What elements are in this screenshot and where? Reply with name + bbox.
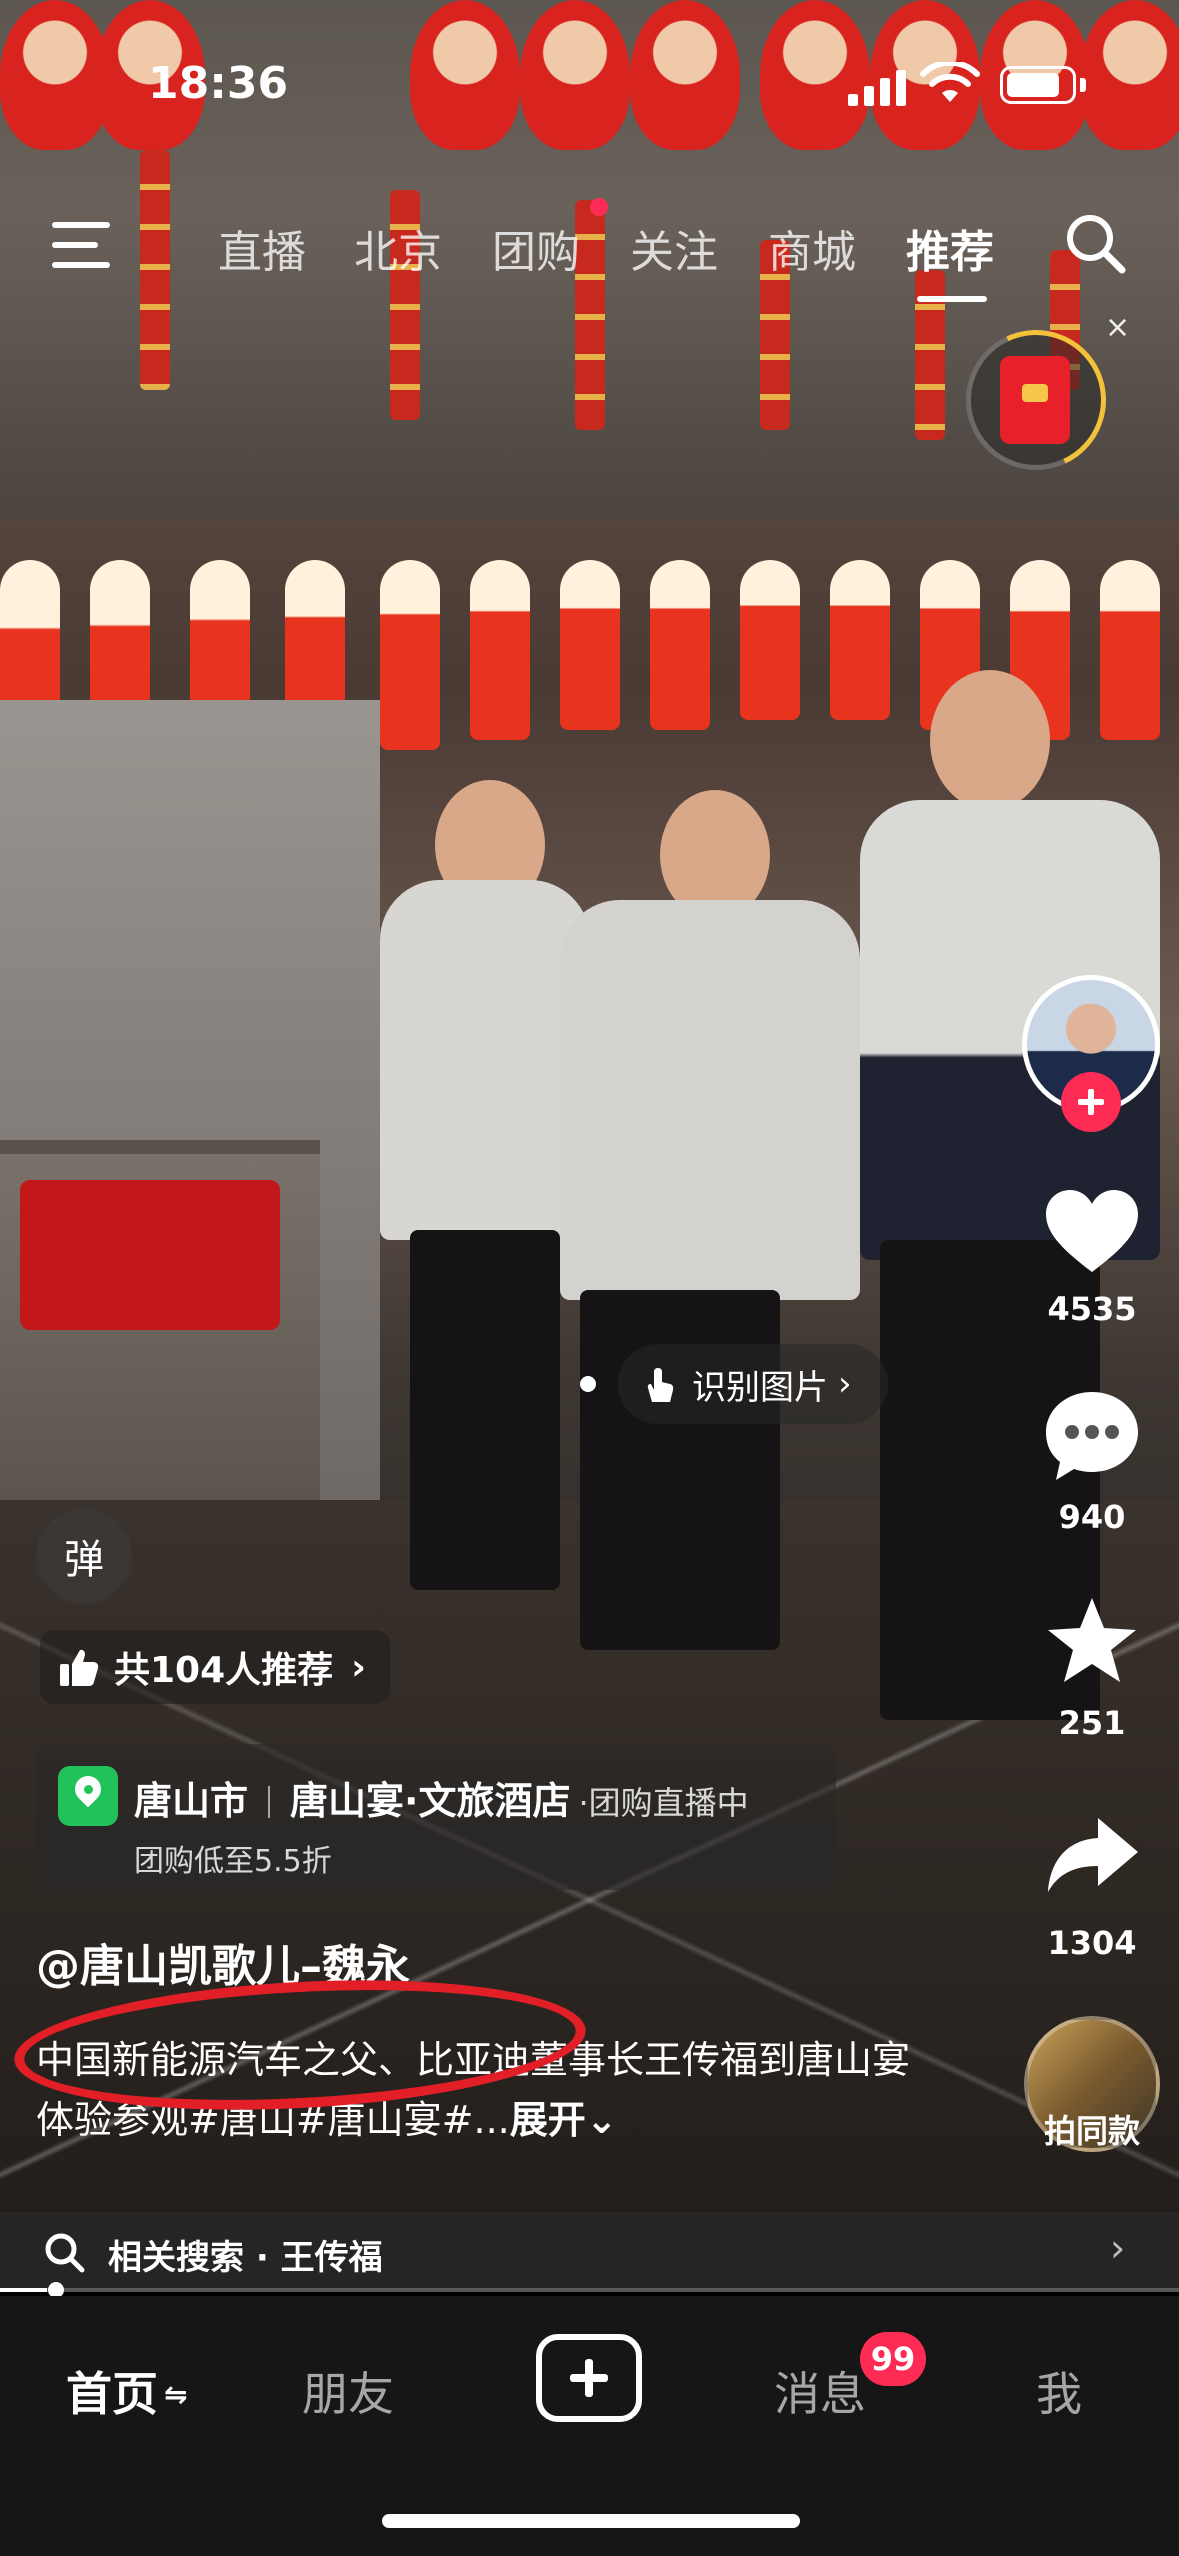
poi-title-row: 唐山市 唐山宴·文旅酒店 ·团购直播中 [134, 1770, 749, 1825]
recommend-count-chip[interactable]: 共104人推荐 › [40, 1630, 390, 1704]
poi-city: 唐山市 [134, 1779, 249, 1823]
chevron-right-icon: › [838, 1364, 852, 1404]
recommend-label: 共104人推荐 [114, 1650, 334, 1691]
video-progress-bar[interactable] [0, 2288, 1179, 2292]
same-style-label[interactable]: 拍同款 [1000, 2106, 1179, 2152]
favorite-count: 251 [1058, 1704, 1126, 1742]
messages-badge: 99 [860, 2332, 926, 2386]
heart-icon[interactable] [1040, 1182, 1144, 1282]
red-packet-close-icon[interactable]: × [1105, 310, 1130, 345]
search-icon[interactable] [1060, 208, 1130, 278]
status-bar: 18:36 [0, 0, 1179, 120]
tab-beijing[interactable]: 北京 [354, 216, 442, 280]
top-nav: 直播 北京 团购 关注 商城 推荐 [0, 200, 1179, 302]
like-count: 4535 [1047, 1290, 1137, 1328]
tab-recommended[interactable]: 推荐 [906, 216, 994, 280]
poi-venue: 唐山宴·文旅酒店 [290, 1779, 571, 1823]
search-icon [45, 2233, 85, 2273]
poi-deal: 团购低至5.5折 [134, 1844, 332, 1879]
tab-live[interactable]: 直播 [218, 216, 306, 280]
recognize-image-label: 识别图片 [692, 1367, 828, 1408]
poi-divider [268, 1786, 271, 1818]
comment-count: 940 [1058, 1498, 1126, 1536]
recognize-image-button[interactable]: 识别图片 › [618, 1344, 888, 1424]
hand-tap-icon [647, 1368, 674, 1402]
red-envelope-icon [1000, 356, 1070, 444]
red-cloth [20, 1180, 280, 1330]
share-count: 1304 [1047, 1924, 1137, 1962]
chevron-right-icon: › [351, 1646, 366, 1688]
chevron-right-icon: › [1110, 2226, 1126, 2270]
tab-following[interactable]: 关注 [630, 216, 718, 280]
pill-dot [580, 1376, 596, 1392]
related-search-prefix: 相关搜索 · [108, 2238, 281, 2278]
tab-messages[interactable]: 消息 [774, 2358, 866, 2424]
tab-home[interactable]: 首页 ⇋ [66, 2358, 187, 2424]
tab-me[interactable]: 我 [1036, 2358, 1082, 2424]
create-post-button[interactable] [536, 2334, 642, 2422]
thumbs-up-icon [60, 1649, 99, 1686]
related-search-text: 相关搜索 · 王传福 [108, 2230, 383, 2279]
tab-mall[interactable]: 商城 [768, 216, 856, 280]
menu-icon[interactable] [52, 222, 112, 268]
bottom-tab-bar: 首页 ⇋ 朋友 消息 99 我 [0, 2296, 1179, 2556]
danmaku-toggle-button[interactable]: 弹 [36, 1508, 132, 1604]
poi-card[interactable]: 唐山市 唐山宴·文旅酒店 ·团购直播中 团购低至5.5折 [36, 1744, 836, 1890]
related-search-query: 王传福 [280, 2238, 383, 2278]
share-icon[interactable] [1040, 1806, 1144, 1906]
tab-home-label: 首页 [66, 2367, 158, 2421]
star-icon[interactable] [1040, 1592, 1144, 1692]
tab-group-buy[interactable]: 团购 [492, 216, 580, 280]
home-indicator [382, 2514, 800, 2528]
related-search-bar[interactable]: 相关搜索 · 王传福 › [0, 2212, 1179, 2292]
status-time: 18:36 [148, 58, 289, 109]
wifi-icon [920, 62, 980, 102]
cellular-signal-icon [848, 70, 906, 106]
battery-icon [1000, 66, 1076, 104]
danmaku-label: 弹 [64, 1537, 104, 1583]
location-pin-icon [58, 1766, 118, 1826]
expand-link[interactable]: 展开⌄ [510, 2098, 618, 2142]
active-tab-indicator [917, 296, 987, 302]
refresh-arrows-icon: ⇋ [164, 2378, 188, 2411]
follow-plus-icon[interactable] [1061, 1072, 1121, 1132]
poi-live-status: ·团购直播中 [578, 1784, 749, 1822]
following-dot-badge [590, 198, 608, 216]
battery-tip [1080, 78, 1086, 92]
video-progress-fill [0, 2288, 48, 2292]
comment-icon[interactable] [1040, 1386, 1144, 1486]
tab-friends[interactable]: 朋友 [302, 2358, 394, 2424]
